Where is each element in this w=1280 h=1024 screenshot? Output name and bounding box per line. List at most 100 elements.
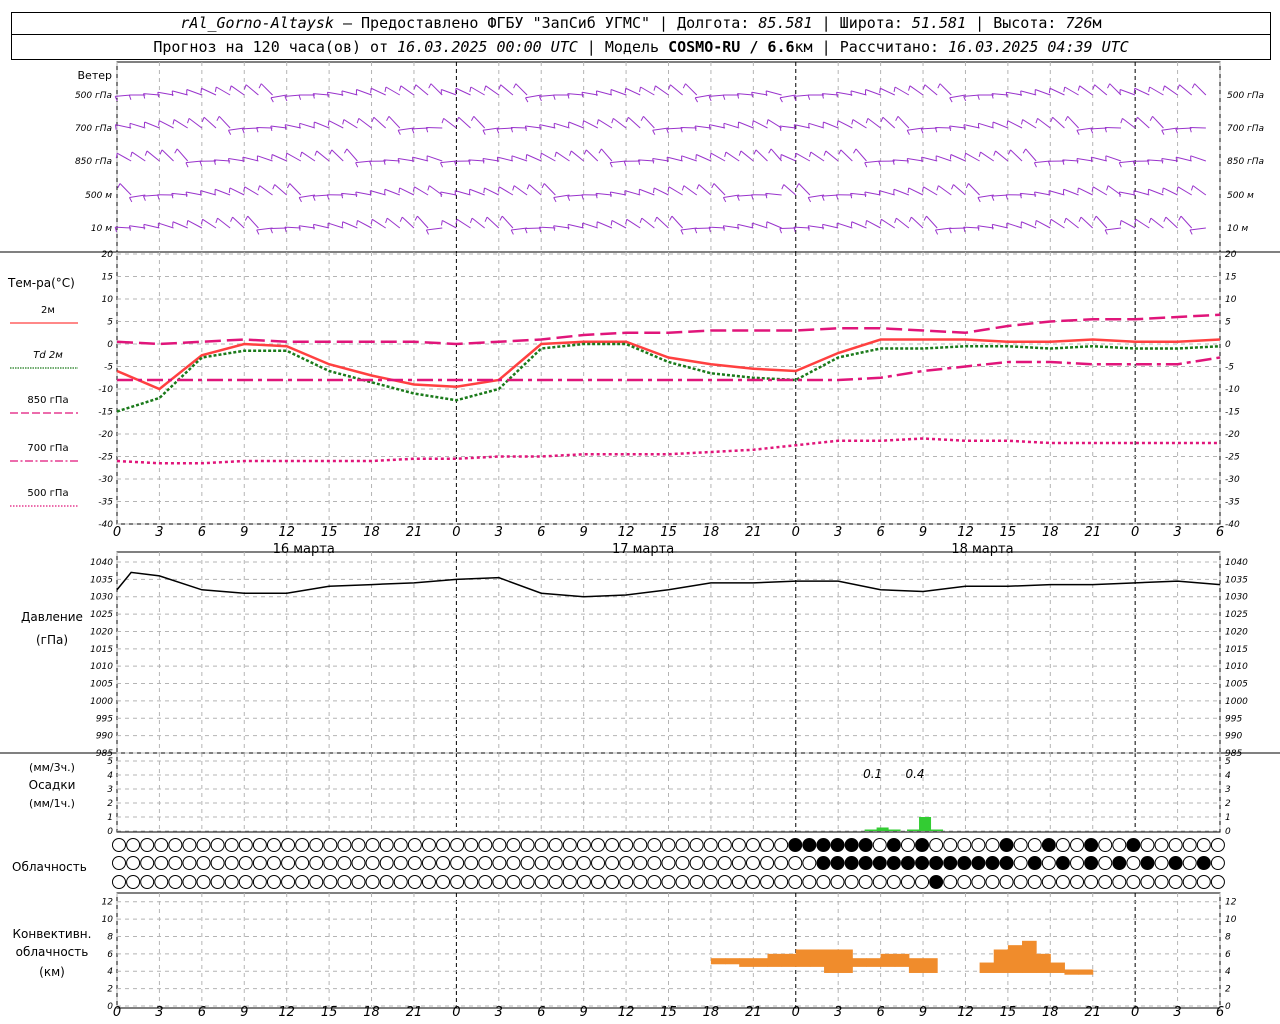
- wind-barb-flag: [625, 117, 629, 123]
- x-tick-label: 9: [240, 1005, 248, 1020]
- cloud-cover-circle: [562, 838, 577, 852]
- cloud-cover-circle: [886, 838, 901, 852]
- wind-barb: [299, 225, 316, 229]
- cloud-cover-circle: [1140, 838, 1155, 852]
- wind-barb: [1189, 126, 1206, 129]
- wind-barb: [698, 184, 712, 196]
- wind-barb: [525, 227, 542, 230]
- cloud-cover-circle: [788, 875, 803, 889]
- cloudiness-layer: [112, 838, 1225, 889]
- wind-barb-flag: [427, 185, 430, 191]
- wind-barb: [143, 223, 160, 229]
- wind-barb: [583, 120, 599, 129]
- wind-barb: [825, 150, 839, 162]
- wind-barb: [752, 222, 768, 229]
- wind-barb-flag: [794, 153, 797, 159]
- y-tick-label-right: 10: [1225, 295, 1237, 305]
- wind-barb: [880, 87, 895, 96]
- wind-barb-flag: [1022, 148, 1027, 154]
- wind-barb: [939, 83, 952, 96]
- wind-barb-flag: [286, 183, 291, 189]
- y-tick-label-right: -30: [1225, 475, 1240, 485]
- x-tick-label: 3: [834, 1005, 842, 1020]
- wind-barb: [525, 125, 542, 129]
- wind-barb: [779, 227, 796, 230]
- wind-barb-flag: [582, 120, 585, 126]
- wind-barb: [541, 152, 556, 162]
- x-tick-label: 0: [113, 525, 121, 540]
- wind-barb-flag: [640, 116, 644, 121]
- wind-barb: [991, 194, 1008, 197]
- x-tick-label: 21: [745, 525, 762, 540]
- wind-barb-flag: [838, 149, 842, 155]
- wind-barb: [879, 190, 895, 196]
- wind-barb-flag: [200, 88, 202, 94]
- wind-barb-flag: [1161, 130, 1165, 135]
- wind-barb-flag: [397, 130, 401, 135]
- x-tick-label: 6: [537, 1005, 545, 1020]
- wind-barb-flag: [864, 162, 868, 168]
- wind-barb-flag: [356, 220, 358, 226]
- wind-level-label-right: 10 м: [1227, 224, 1248, 234]
- x-tick-label: 12: [618, 525, 635, 540]
- wind-barb: [159, 120, 174, 129]
- cloud-cover-circle: [830, 838, 845, 852]
- wind-barb-flag: [765, 193, 768, 199]
- convective-bar: [824, 949, 839, 973]
- wind-barb: [228, 127, 245, 131]
- x-tick-label: 3: [155, 525, 163, 540]
- x-tick-label: 0: [452, 1005, 460, 1020]
- cloud-cover-circle: [1182, 838, 1197, 852]
- x-tick-label: 6: [198, 525, 206, 540]
- wind-barb-flag: [343, 148, 348, 154]
- y-tick-label: -10: [98, 385, 113, 395]
- wind-barb-flag: [1007, 149, 1011, 155]
- temp-legend-label: 500 гПа: [27, 488, 68, 499]
- wind-barb: [440, 191, 457, 196]
- wind-barb-flag: [1048, 88, 1051, 94]
- x-tick-label: 3: [495, 1005, 503, 1020]
- x-tick-label: 6: [537, 525, 545, 540]
- cloud-cover-circle: [957, 856, 972, 870]
- cloud-cover-circle: [858, 875, 873, 889]
- wind-barb-flag: [696, 184, 700, 190]
- cloud-cover-circle: [365, 875, 380, 889]
- convective-bar: [753, 958, 768, 967]
- wind-barb-flag: [143, 224, 145, 230]
- wind-barb-flag: [1034, 220, 1037, 226]
- x-tick-label: 9: [240, 525, 248, 540]
- cloud-cover-circle: [999, 875, 1014, 889]
- wind-barb: [995, 150, 1009, 162]
- wind-barb: [624, 190, 641, 196]
- cloud-cover-circle: [900, 856, 915, 870]
- wind-barb: [1147, 159, 1164, 162]
- y-tick-label: 5: [107, 318, 113, 328]
- cloud-cover-circle: [182, 856, 197, 870]
- wind-barb-flag: [681, 185, 685, 191]
- x-tick-label: 12: [957, 1005, 974, 1020]
- cloud-cover-circle: [224, 875, 239, 889]
- wind-barb: [822, 223, 839, 229]
- y-tick-label: 990: [96, 732, 113, 742]
- wind-barb: [1007, 120, 1023, 129]
- wind-barb: [373, 116, 387, 129]
- y-tick-label-right: 5: [1225, 318, 1231, 328]
- wind-barb-flag: [879, 88, 881, 94]
- cloud-cover-circle: [196, 856, 211, 870]
- cloud-cover-circle: [731, 856, 746, 870]
- day-label: 16 марта: [273, 542, 335, 557]
- wind-barb: [358, 117, 372, 129]
- cloud-cover-circle: [760, 838, 775, 852]
- y-tick-label-right: 0: [1225, 340, 1231, 350]
- wind-level-label-right: 500 гПа: [1227, 91, 1264, 101]
- cloud-cover-circle: [774, 838, 789, 852]
- wind-barb: [230, 85, 245, 96]
- wind-barb: [555, 151, 570, 162]
- cloud-cover-circle: [295, 856, 310, 870]
- wind-barb: [442, 220, 457, 229]
- wind-barb: [1090, 127, 1107, 130]
- wind-barb: [694, 227, 711, 230]
- y-tick-label: 20: [102, 250, 114, 260]
- wind-barb: [924, 84, 938, 96]
- wind-barb: [500, 84, 514, 96]
